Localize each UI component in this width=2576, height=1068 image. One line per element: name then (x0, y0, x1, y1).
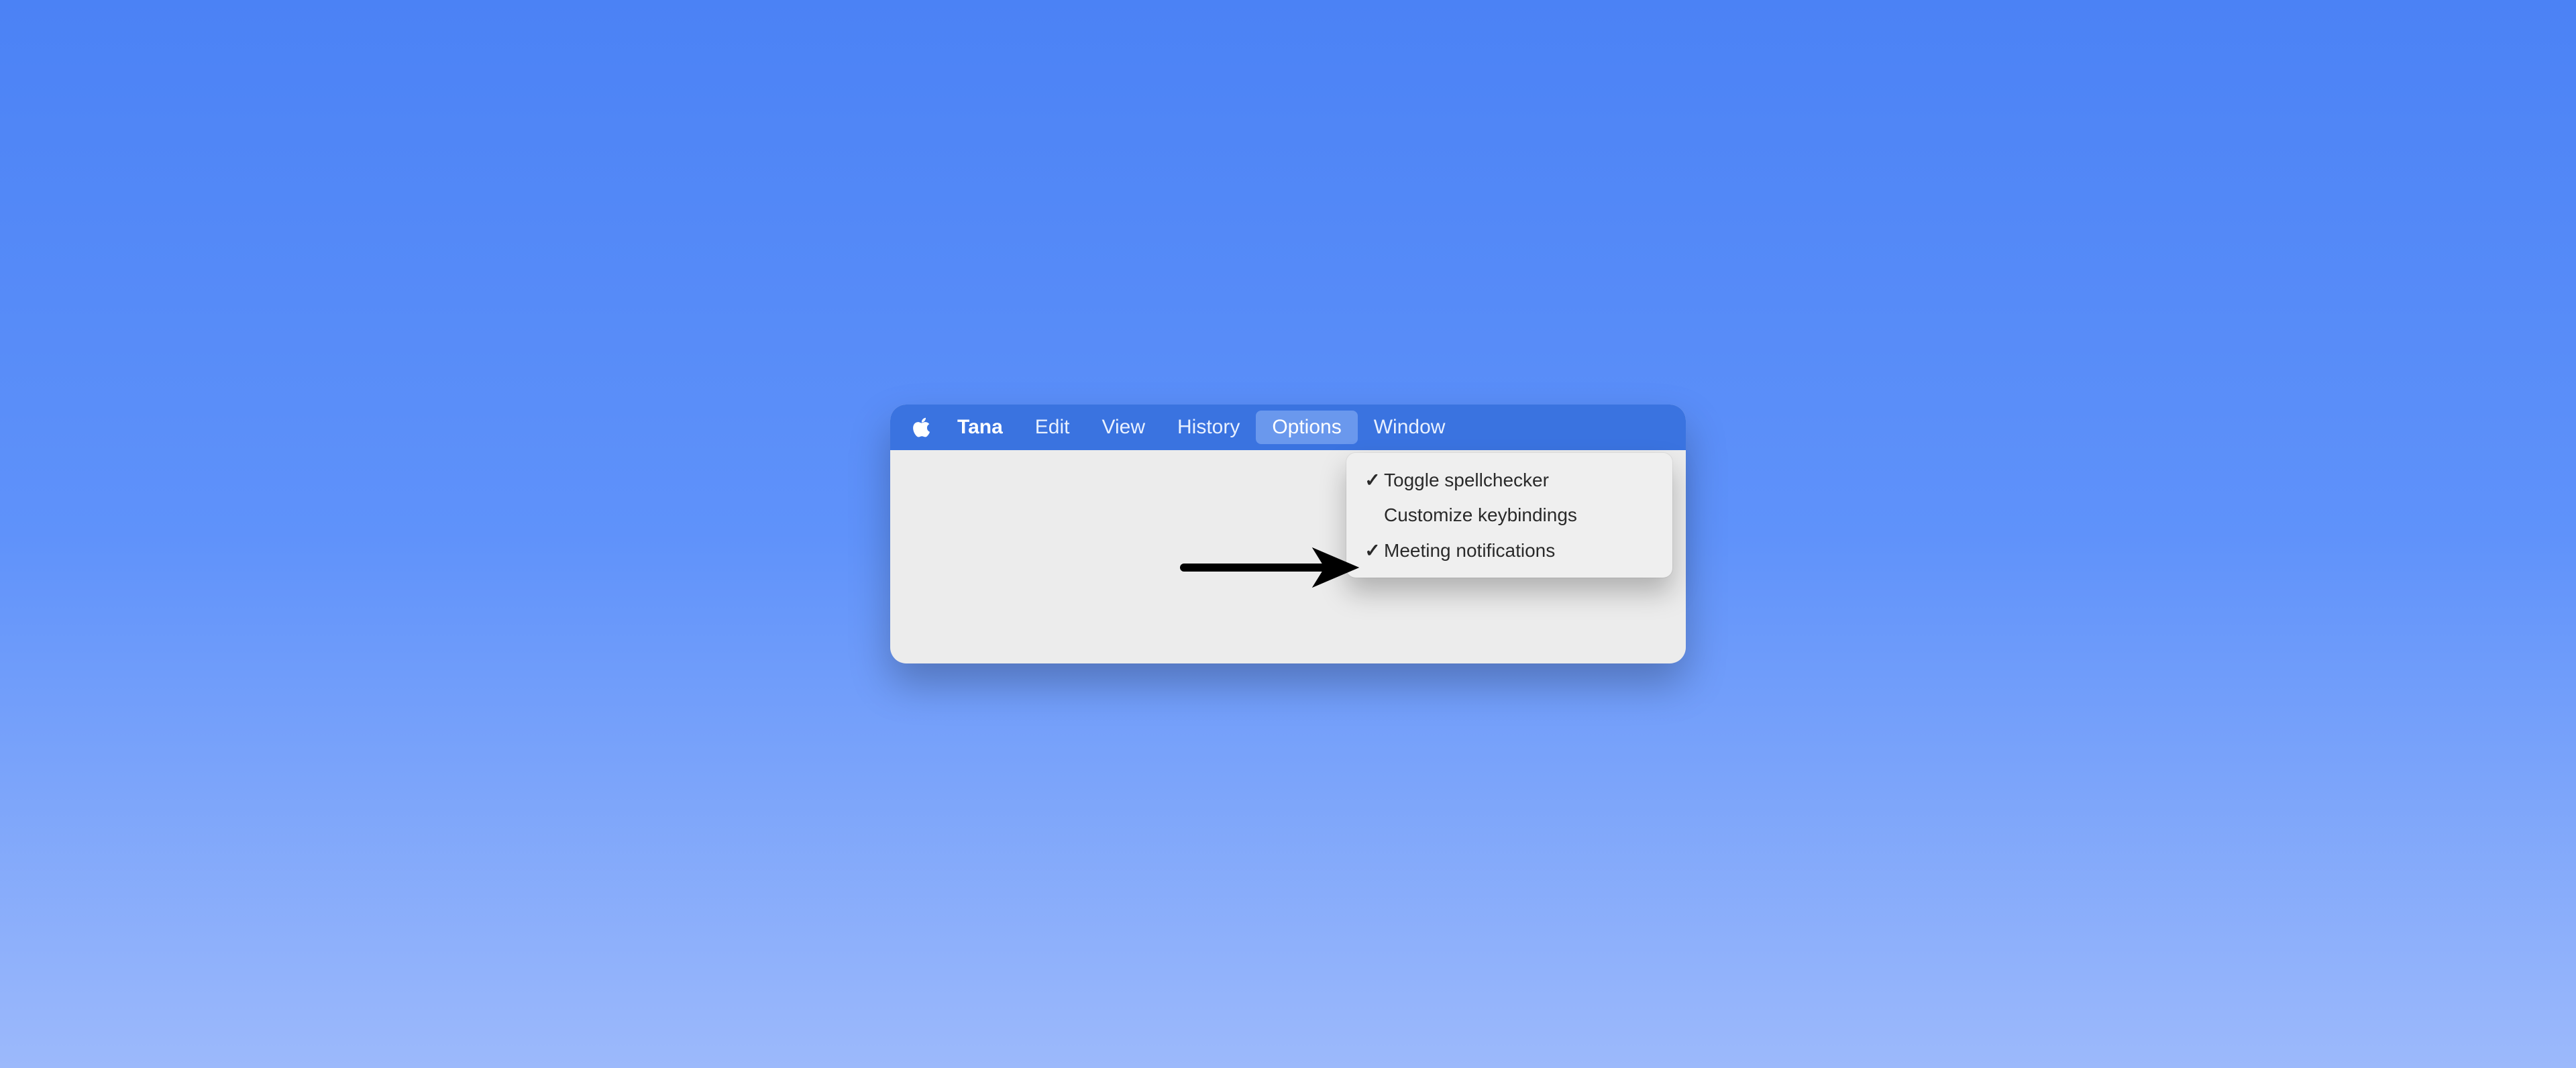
dropdown-item-label: Customize keybindings (1384, 504, 1577, 526)
menu-item-options[interactable]: Options (1256, 411, 1357, 444)
dropdown-item-label: Toggle spellchecker (1384, 470, 1549, 491)
menu-item-edit[interactable]: Edit (1019, 411, 1086, 444)
dropdown-item-meeting-notifications[interactable]: ✓ Meeting notifications (1352, 533, 1667, 568)
options-dropdown: ✓ Toggle spellchecker Customize keybindi… (1346, 453, 1672, 578)
apple-icon[interactable] (908, 416, 941, 439)
dropdown-item-toggle-spellchecker[interactable]: ✓ Toggle spellchecker (1352, 462, 1667, 498)
menu-app-name[interactable]: Tana (941, 411, 1019, 444)
checkmark-icon: ✓ (1361, 539, 1384, 562)
menu-item-view[interactable]: View (1086, 411, 1161, 444)
dropdown-item-customize-keybindings[interactable]: Customize keybindings (1352, 498, 1667, 533)
checkmark-icon: ✓ (1361, 469, 1384, 491)
annotation-arrow-icon (1179, 544, 1360, 594)
menu-item-history[interactable]: History (1161, 411, 1256, 444)
menu-item-window[interactable]: Window (1358, 411, 1462, 444)
menubar: Tana Edit View History Options Window (890, 405, 1686, 450)
dropdown-item-label: Meeting notifications (1384, 540, 1555, 562)
app-window: Tana Edit View History Options Window ✓ … (890, 405, 1686, 663)
